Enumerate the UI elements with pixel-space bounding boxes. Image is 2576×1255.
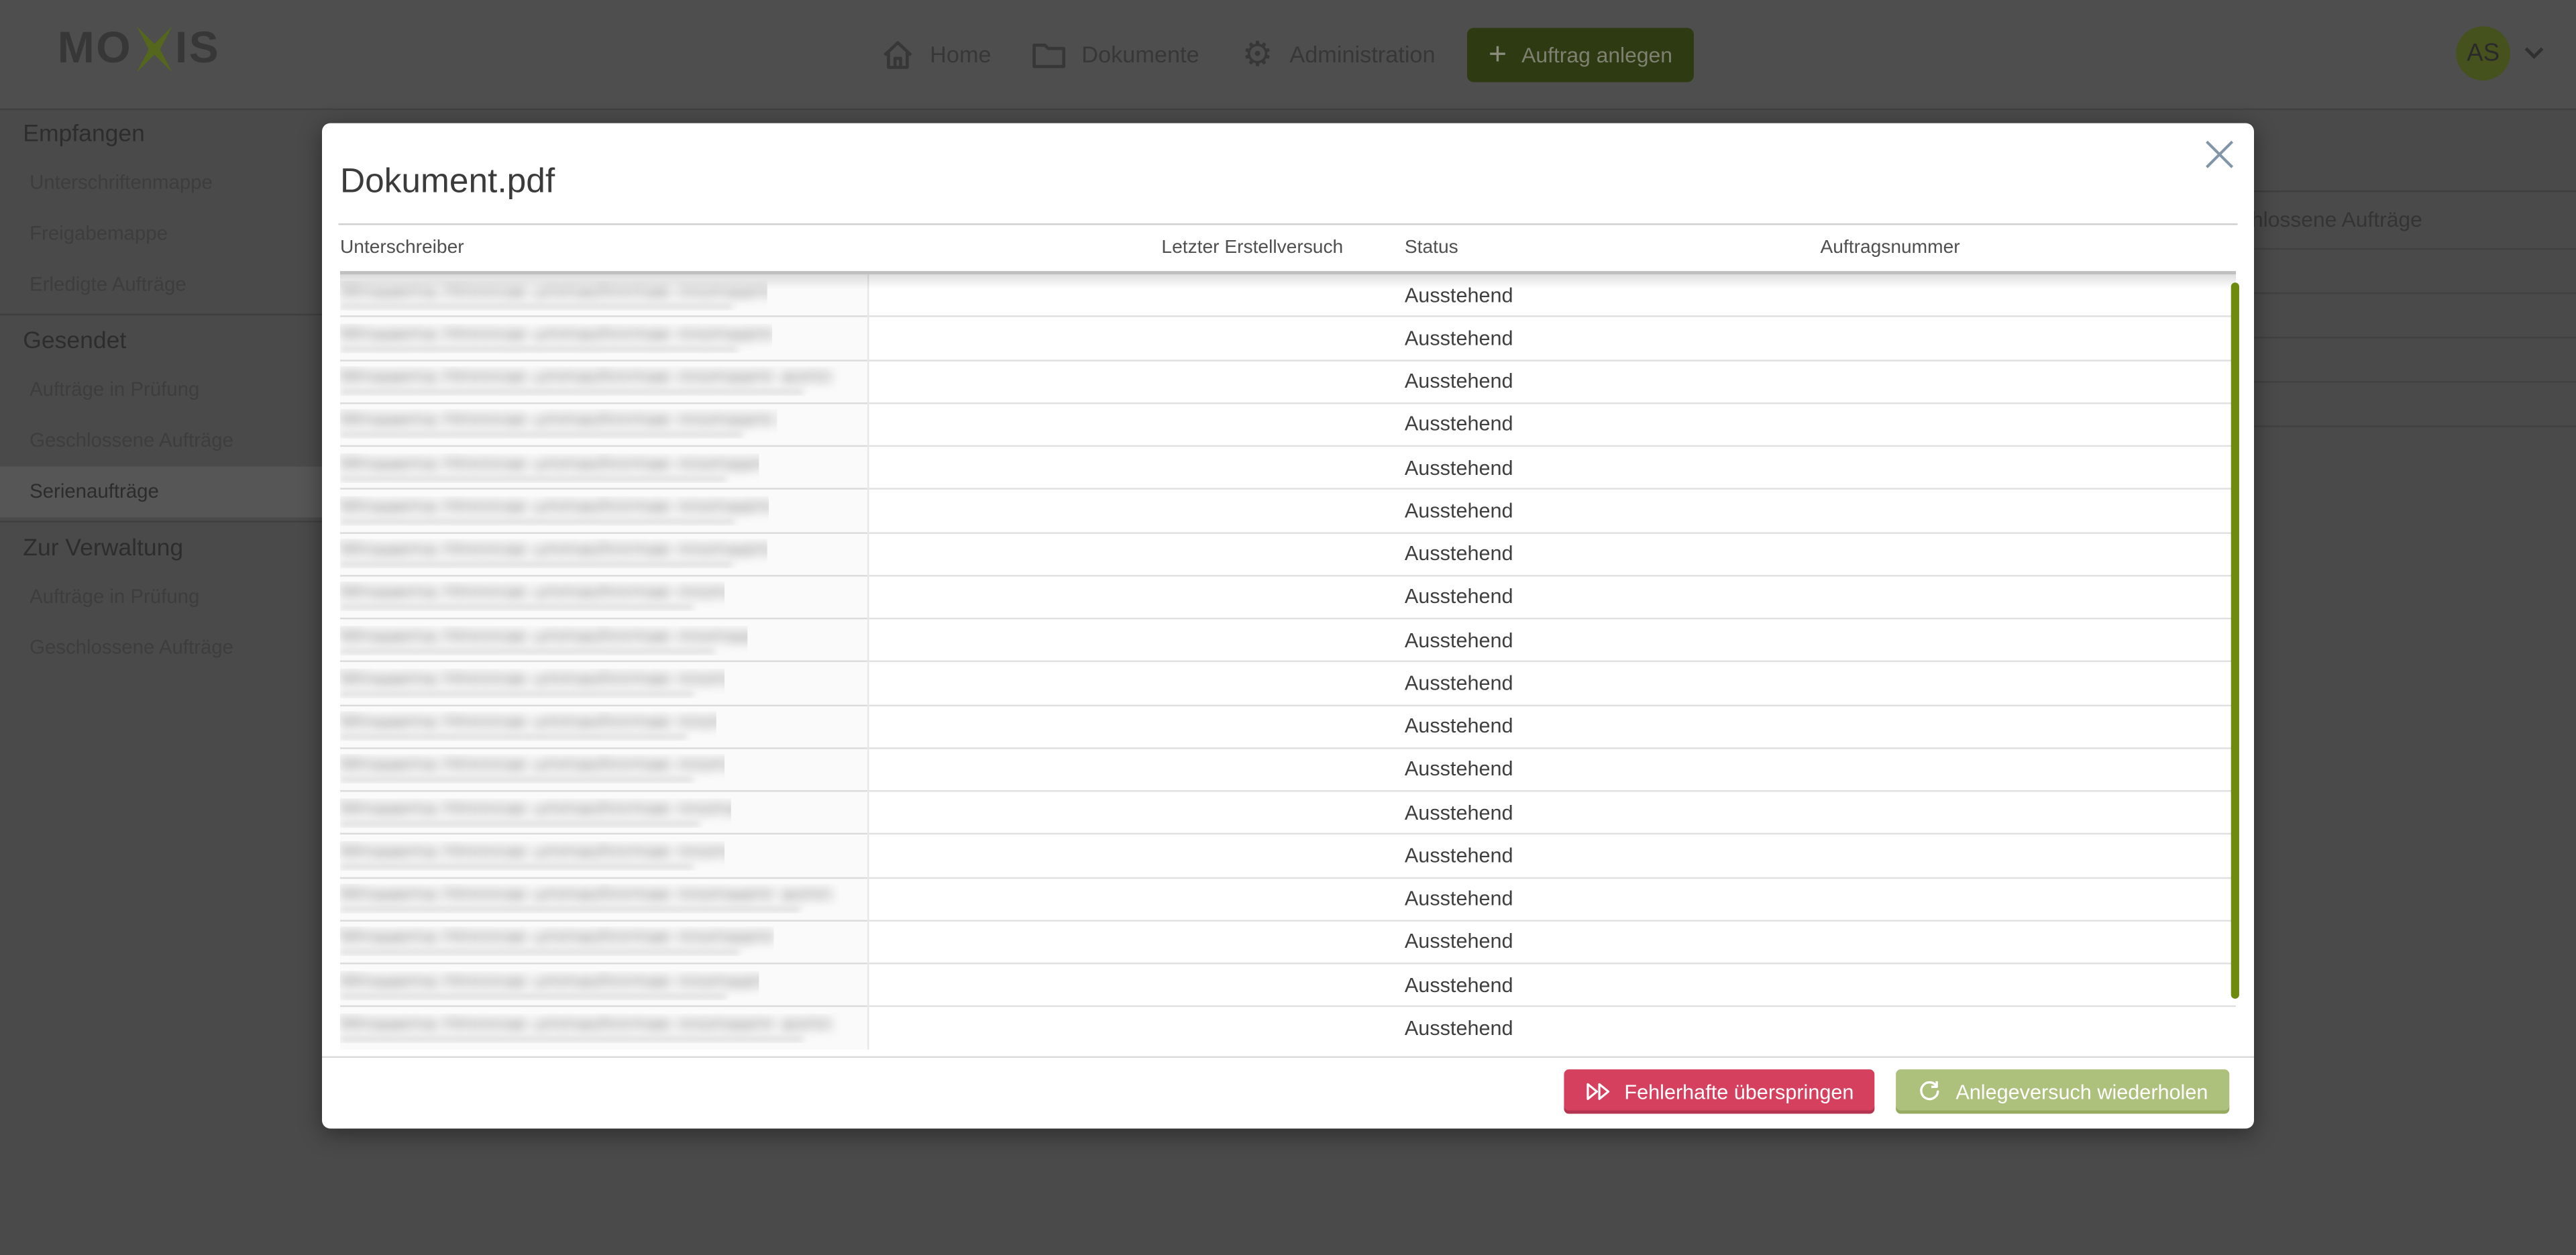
document-modal: Dokument.pdf Unterschreiber Letzter Erst…: [322, 123, 2254, 1129]
status-cell: Ausstehend: [1405, 542, 1821, 565]
table-row[interactable]: Mmaaema Hmnnrae ummaohnrmae nnomaamr aom…: [340, 965, 2236, 1007]
table-row[interactable]: Mmaaema Hmnnrae ummaohnrmae nnomaamr aom…: [340, 706, 2236, 749]
table-row[interactable]: Mmaaema Hmnnrae ummaohnrmae nnomaamr aom…: [340, 404, 2236, 447]
redacted-signer-name: Mmaaema Hmnnrae ummaohnrmae nnomaamr aom…: [340, 280, 767, 310]
redo-icon: [1918, 1079, 1943, 1104]
redacted-signer-name: Mmaaema Hmnnrae ummaohnrmae nnomaamr aom…: [340, 841, 724, 871]
table-row[interactable]: Mmaaema Hmnnrae ummaohnrmae nnomaamr aom…: [340, 878, 2236, 921]
status-cell: Ausstehend: [1405, 629, 1821, 651]
status-cell: Ausstehend: [1405, 844, 1821, 867]
status-cell: Ausstehend: [1405, 758, 1821, 781]
redacted-signer-name: Mmaaema Hmnnrae ummaohnrmae nnomaamr aom…: [340, 1014, 843, 1044]
table-row[interactable]: Mmaaema Hmnnrae ummaohnrmae nnomaamr aom…: [340, 921, 2236, 964]
modal-title-block: Dokument.pdf: [338, 123, 2237, 225]
table-row[interactable]: Mmaaema Hmnnrae ummaohnrmae nnomaamr aom…: [340, 576, 2236, 619]
skip-failed-label: Fehlerhafte überspringen: [1624, 1080, 1854, 1103]
redacted-signer-name: Mmaaema Hmnnrae ummaohnrmae nnomaamr aom…: [340, 798, 731, 827]
status-cell: Ausstehend: [1405, 1018, 1821, 1040]
redacted-signer-name: Mmaaema Hmnnrae ummaohnrmae nnomaamr aom…: [340, 970, 759, 999]
status-cell: Ausstehend: [1405, 887, 1821, 910]
close-icon[interactable]: [2203, 138, 2236, 171]
redacted-signer-name: Mmaaema Hmnnrae ummaohnrmae nnomaamr aom…: [340, 625, 747, 655]
retry-create-label: Anlegeversuch wiederholen: [1955, 1080, 2208, 1103]
table-row[interactable]: Mmaaema Hmnnrae ummaohnrmae nnomaamr aom…: [340, 835, 2236, 878]
status-cell: Ausstehend: [1405, 973, 1821, 996]
redacted-signer-name: Mmaaema Hmnnrae ummaohnrmae nnomaamr aom…: [340, 323, 772, 353]
redacted-signer-name: Mmaaema Hmnnrae ummaohnrmae nnomaamr aom…: [340, 884, 839, 914]
redacted-signer-name: Mmaaema Hmnnrae ummaohnrmae nnomaamr aom…: [340, 453, 759, 482]
table-row[interactable]: Mmaaema Hmnnrae ummaohnrmae nnomaamr aom…: [340, 490, 2236, 533]
status-cell: Ausstehend: [1405, 370, 1821, 392]
status-cell: Ausstehend: [1405, 930, 1821, 953]
status-cell: Ausstehend: [1405, 801, 1821, 824]
table-row[interactable]: Mmaaema Hmnnrae ummaohnrmae nnomaamr aom…: [340, 361, 2236, 404]
app-root: MO IS HomeDokumente⚙Administration + Auf…: [0, 0, 2576, 1255]
redacted-signer-name: Mmaaema Hmnnrae ummaohnrmae nnomaamr aom…: [340, 410, 777, 439]
column-header-unterschreiber: Unterschreiber: [340, 238, 1161, 258]
status-cell: Ausstehend: [1405, 456, 1821, 479]
table-row[interactable]: Mmaaema Hmnnrae ummaohnrmae nnomaamr aom…: [340, 447, 2236, 490]
redacted-signer-name: Mmaaema Hmnnrae ummaohnrmae nnomaamr aom…: [340, 582, 724, 612]
status-cell: Ausstehend: [1405, 715, 1821, 738]
modal-title: Dokument.pdf: [338, 123, 2237, 203]
retry-create-button[interactable]: Anlegeversuch wiederholen: [1896, 1069, 2229, 1113]
table-row[interactable]: Mmaaema Hmnnrae ummaohnrmae nnomaamr aom…: [340, 533, 2236, 576]
table-scrollbar[interactable]: [2230, 282, 2239, 999]
status-cell: Ausstehend: [1405, 499, 1821, 522]
status-cell: Ausstehend: [1405, 586, 1821, 608]
redacted-signer-name: Mmaaema Hmnnrae ummaohnrmae nnomaamr aom…: [340, 496, 769, 525]
table-row[interactable]: Mmaaema Hmnnrae ummaohnrmae nnomaamr aom…: [340, 663, 2236, 706]
table-row[interactable]: Mmaaema Hmnnrae ummaohnrmae nnomaamr aom…: [340, 792, 2236, 834]
redacted-signer-name: Mmaaema Hmnnrae ummaohnrmae nnomaamr aom…: [340, 712, 716, 741]
table-body: Mmaaema Hmnnrae ummaohnrmae nnomaamr aom…: [340, 274, 2236, 1050]
table-row[interactable]: Mmaaema Hmnnrae ummaohnrmae nnomaamr aom…: [340, 317, 2236, 360]
fast-forward-icon: [1585, 1081, 1611, 1102]
table-header-row: Unterschreiber Letzter Erstellversuch St…: [340, 225, 2236, 274]
status-cell: Ausstehend: [1405, 671, 1821, 694]
modal-footer: Fehlerhafte überspringen Anlegeversuch w…: [322, 1056, 2254, 1129]
column-header-letzter-erstellversuch: Letzter Erstellversuch: [1161, 238, 1404, 258]
column-header-auftragsnummer: Auftragsnummer: [1820, 238, 2236, 258]
redacted-signer-name: Mmaaema Hmnnrae ummaohnrmae nnomaamr aom…: [340, 366, 843, 396]
status-cell: Ausstehend: [1405, 284, 1821, 307]
redacted-signer-name: Mmaaema Hmnnrae ummaohnrmae nnomaamr aom…: [340, 539, 767, 569]
redacted-signer-name: Mmaaema Hmnnrae ummaohnrmae nnomaamr aom…: [340, 668, 724, 698]
table-row[interactable]: Mmaaema Hmnnrae ummaohnrmae nnomaamr aom…: [340, 749, 2236, 792]
redacted-signer-name: Mmaaema Hmnnrae ummaohnrmae nnomaamr aom…: [340, 927, 774, 957]
skip-failed-button[interactable]: Fehlerhafte überspringen: [1564, 1069, 1876, 1113]
column-header-status: Status: [1405, 238, 1821, 258]
status-cell: Ausstehend: [1405, 327, 1821, 349]
table-row[interactable]: Mmaaema Hmnnrae ummaohnrmae nnomaamr aom…: [340, 619, 2236, 662]
status-cell: Ausstehend: [1405, 413, 1821, 436]
table-row[interactable]: Mmaaema Hmnnrae ummaohnrmae nnomaamr aom…: [340, 1007, 2236, 1050]
redacted-signer-name: Mmaaema Hmnnrae ummaohnrmae nnomaamr aom…: [340, 755, 724, 784]
table-row[interactable]: Mmaaema Hmnnrae ummaohnrmae nnomaamr aom…: [340, 274, 2236, 317]
